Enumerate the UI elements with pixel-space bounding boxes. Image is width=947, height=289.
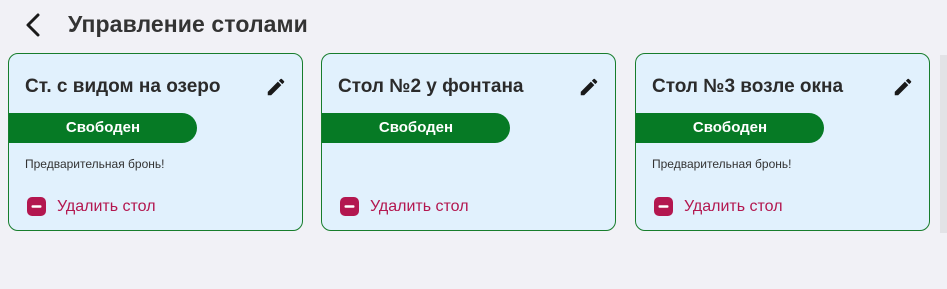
edit-table-button[interactable] [892,76,914,98]
delete-table-label: Удалить стол [57,198,156,215]
table-title: Ст. с видом на озеро [25,76,221,97]
table-card: Стол №2 у фонтана Свободен Удалить стол [321,53,616,231]
edit-table-button[interactable] [265,76,287,98]
chevron-left-icon [26,13,40,37]
minus-circle-icon [654,197,673,216]
table-card: Стол №3 возле окна Свободен Предваритель… [635,53,930,231]
minus-circle-icon [27,197,46,216]
scrollbar[interactable] [940,55,947,233]
edit-table-button[interactable] [578,76,600,98]
status-badge: Свободен [9,113,197,143]
page-header: Управление столами [0,0,947,50]
pencil-icon [894,78,912,96]
delete-table-label: Удалить стол [370,198,469,215]
table-title: Стол №3 возле окна [652,76,844,97]
delete-table-label: Удалить стол [684,198,783,215]
pencil-icon [580,78,598,96]
page-title: Управление столами [68,11,308,37]
table-card: Ст. с видом на озеро Свободен Предварите… [8,53,303,231]
table-title: Стол №2 у фонтана [338,76,524,97]
status-badge: Свободен [636,113,824,143]
reservation-note: Предварительная бронь! [652,157,792,171]
status-badge: Свободен [322,113,510,143]
pencil-icon [267,78,285,96]
back-button[interactable] [22,12,46,38]
reservation-note: Предварительная бронь! [25,157,165,171]
minus-circle-icon [340,197,359,216]
